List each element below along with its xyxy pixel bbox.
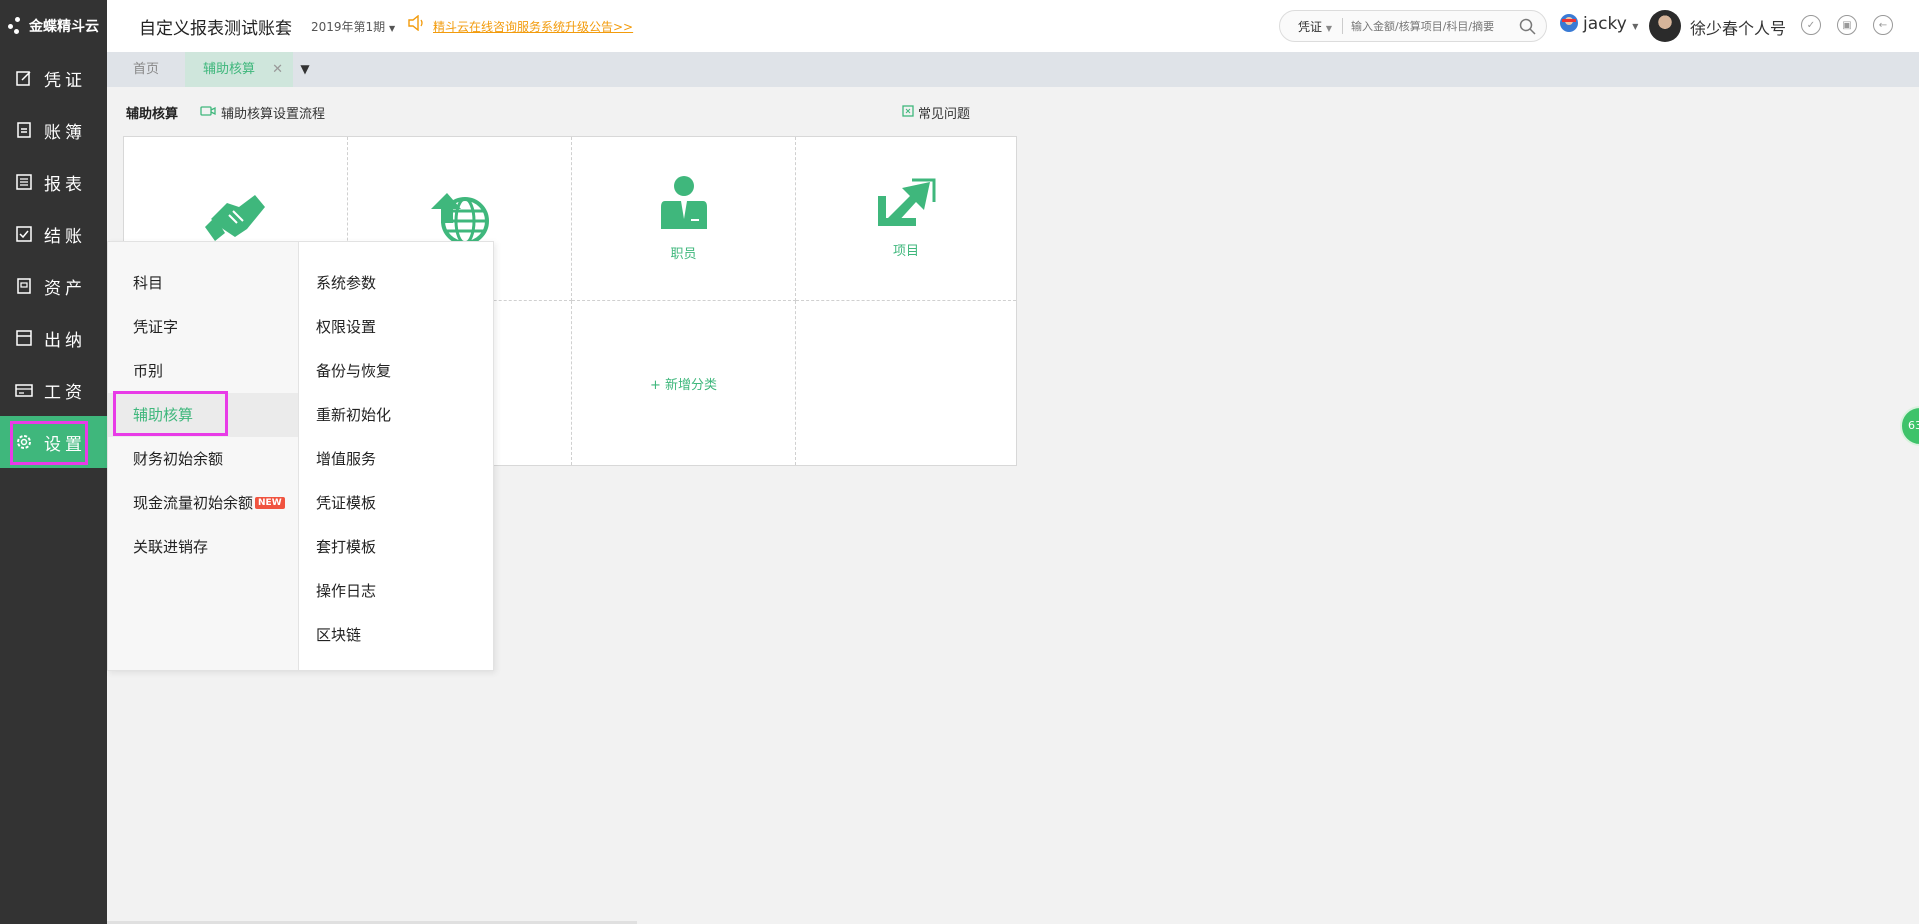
menu-item-system-params[interactable]: 系统参数 <box>300 261 494 305</box>
megaphone-icon <box>407 14 425 35</box>
menu-item-reinitialize[interactable]: 重新初始化 <box>300 393 494 437</box>
org-name[interactable]: 徐少春个人号 <box>1690 15 1786 39</box>
floating-service-button[interactable]: 63 <box>1900 406 1919 446</box>
new-badge: NEW <box>255 497 285 509</box>
tab-bar: 首页 辅助核算 ✕ ▼ <box>107 52 1919 87</box>
menu-item-value-added-services[interactable]: 增值服务 <box>300 437 494 481</box>
sidebar-item-reports[interactable]: 报表 <box>0 156 107 208</box>
sidebar-item-assets[interactable]: 资产 <box>0 260 107 312</box>
handshake-icon <box>203 189 269 249</box>
logo-dots-icon <box>8 17 26 35</box>
logo-text: 金蝶精斗云 <box>29 19 99 35</box>
sidebar-item-label: 结账 <box>44 226 86 247</box>
tab-aux-accounting[interactable]: 辅助核算 ✕ <box>185 52 293 87</box>
chevron-down-icon: ▼ <box>1632 22 1639 31</box>
menu-item-backup-restore[interactable]: 备份与恢复 <box>300 349 494 393</box>
checkout-icon <box>14 224 34 244</box>
menu-item-permissions[interactable]: 权限设置 <box>300 305 494 349</box>
sidebar-item-label: 凭证 <box>44 70 86 91</box>
caret-down-icon: ▼ <box>300 62 310 76</box>
top-header: 自定义报表测试账套 2019年第1期 ▼ 精斗云在线咨询服务系统升级公告>> 凭… <box>107 0 1919 52</box>
sidebar-item-label: 工资 <box>44 382 86 403</box>
search-input[interactable] <box>1351 19 1521 33</box>
sidebar-item-close-period[interactable]: 结账 <box>0 208 107 260</box>
chevron-down-icon: ▼ <box>389 24 396 33</box>
add-category-label: + 新增分类 <box>649 377 718 393</box>
account-title[interactable]: 自定义报表测试账套 <box>139 14 292 39</box>
help-icon[interactable]: ✓ <box>1801 15 1821 35</box>
category-empty <box>796 301 1016 465</box>
user-badge-icon <box>1559 13 1579 39</box>
project-arrows-icon <box>876 178 936 232</box>
period-label: 2019年第1期 <box>311 20 386 34</box>
sidebar-item-cashier[interactable]: 出纳 <box>0 312 107 364</box>
salary-icon <box>14 380 34 400</box>
faq-label: 常见问题 <box>918 107 971 122</box>
search-type-select[interactable]: 凭证 ▼ <box>1280 18 1342 35</box>
user-name: jacky <box>1583 14 1627 34</box>
report-icon <box>14 172 34 192</box>
menu-item-cashflow-initial-balance[interactable]: 现金流量初始余额 NEW <box>108 481 298 525</box>
faq-link[interactable]: 常见问题 <box>902 103 970 122</box>
global-search: 凭证 ▼ <box>1279 10 1547 42</box>
setup-flow-label: 辅助核算设置流程 <box>221 107 326 122</box>
search-divider <box>1342 18 1343 34</box>
menu-item-blockchain[interactable]: 区块链 <box>300 613 494 657</box>
period-selector[interactable]: 2019年第1期 ▼ <box>311 18 395 35</box>
menu-item-initial-balance[interactable]: 财务初始余额 <box>108 437 298 481</box>
settings-dropdown-menu: 科目 凭证字 币别 辅助核算 财务初始余额 现金流量初始余额 NEW 关联进销存 … <box>107 241 494 671</box>
setup-flow-link[interactable]: 辅助核算设置流程 <box>200 103 325 122</box>
page-title: 辅助核算 <box>126 107 179 122</box>
avatar[interactable] <box>1649 10 1681 42</box>
sidebar-item-salary[interactable]: 工资 <box>0 364 107 416</box>
settings-menu-column-system: 系统参数 权限设置 备份与恢复 重新初始化 增值服务 凭证模板 套打模板 操作日… <box>300 242 494 670</box>
tab-label: 辅助核算 <box>203 62 256 77</box>
sidebar-item-voucher[interactable]: 凭证 <box>0 52 107 104</box>
menu-item-print-templates[interactable]: 套打模板 <box>300 525 494 569</box>
close-icon[interactable]: ✕ <box>272 52 283 87</box>
menu-item-aux-accounting[interactable]: 辅助核算 <box>108 393 298 437</box>
menu-item-voucher-templates[interactable]: 凭证模板 <box>300 481 494 525</box>
sidebar-item-settings[interactable]: 设置 <box>0 416 107 468</box>
gift-icon[interactable]: ▣ <box>1837 15 1857 35</box>
category-project[interactable]: 项目 <box>796 137 1016 301</box>
category-label: 项目 <box>892 244 919 259</box>
tab-home[interactable]: 首页 <box>107 52 185 87</box>
edit-icon <box>14 68 34 88</box>
video-icon <box>200 105 216 121</box>
sidebar-item-label: 出纳 <box>44 330 86 351</box>
chevron-down-icon: ▼ <box>1325 23 1332 33</box>
tab-more-dropdown[interactable]: ▼ <box>293 52 317 87</box>
settings-menu-column-basic: 科目 凭证字 币别 辅助核算 财务初始余额 现金流量初始余额 NEW 关联进销存 <box>108 242 299 670</box>
search-type-label: 凭证 <box>1298 19 1323 34</box>
logout-icon[interactable]: ← <box>1873 15 1893 35</box>
sidebar-item-label: 账簿 <box>44 122 86 143</box>
menu-item-voucher-words[interactable]: 凭证字 <box>108 305 298 349</box>
menu-item-label: 现金流量初始余额 <box>133 494 254 512</box>
search-icon[interactable] <box>1519 18 1536 39</box>
employee-icon <box>659 175 709 235</box>
menu-item-subjects[interactable]: 科目 <box>108 261 298 305</box>
upgrade-notice-link[interactable]: 精斗云在线咨询服务系统升级公告>> <box>433 18 633 35</box>
sidebar-item-books[interactable]: 账簿 <box>0 104 107 156</box>
book-icon <box>14 120 34 140</box>
sidebar-item-label: 设置 <box>44 434 86 455</box>
menu-item-operation-log[interactable]: 操作日志 <box>300 569 494 613</box>
menu-item-linked-inventory[interactable]: 关联进销存 <box>108 525 298 569</box>
gear-icon <box>14 432 34 452</box>
user-menu[interactable]: jacky ▼ <box>1583 14 1638 34</box>
cashier-icon <box>14 328 34 348</box>
category-employee[interactable]: 职员 <box>572 137 796 301</box>
add-category-button[interactable]: + 新增分类 <box>572 301 796 465</box>
globe-upload-icon <box>427 189 493 249</box>
sidebar-item-label: 报表 <box>44 174 86 195</box>
faq-icon <box>902 104 914 121</box>
asset-icon <box>14 276 34 296</box>
category-label: 职员 <box>670 247 697 262</box>
menu-item-currency[interactable]: 币别 <box>108 349 298 393</box>
sidebar: 金蝶精斗云 凭证 账簿 报表 结账 资产 出纳 工资 设置 <box>0 0 107 924</box>
sidebar-item-label: 资产 <box>44 278 86 299</box>
app-logo[interactable]: 金蝶精斗云 <box>0 0 107 52</box>
